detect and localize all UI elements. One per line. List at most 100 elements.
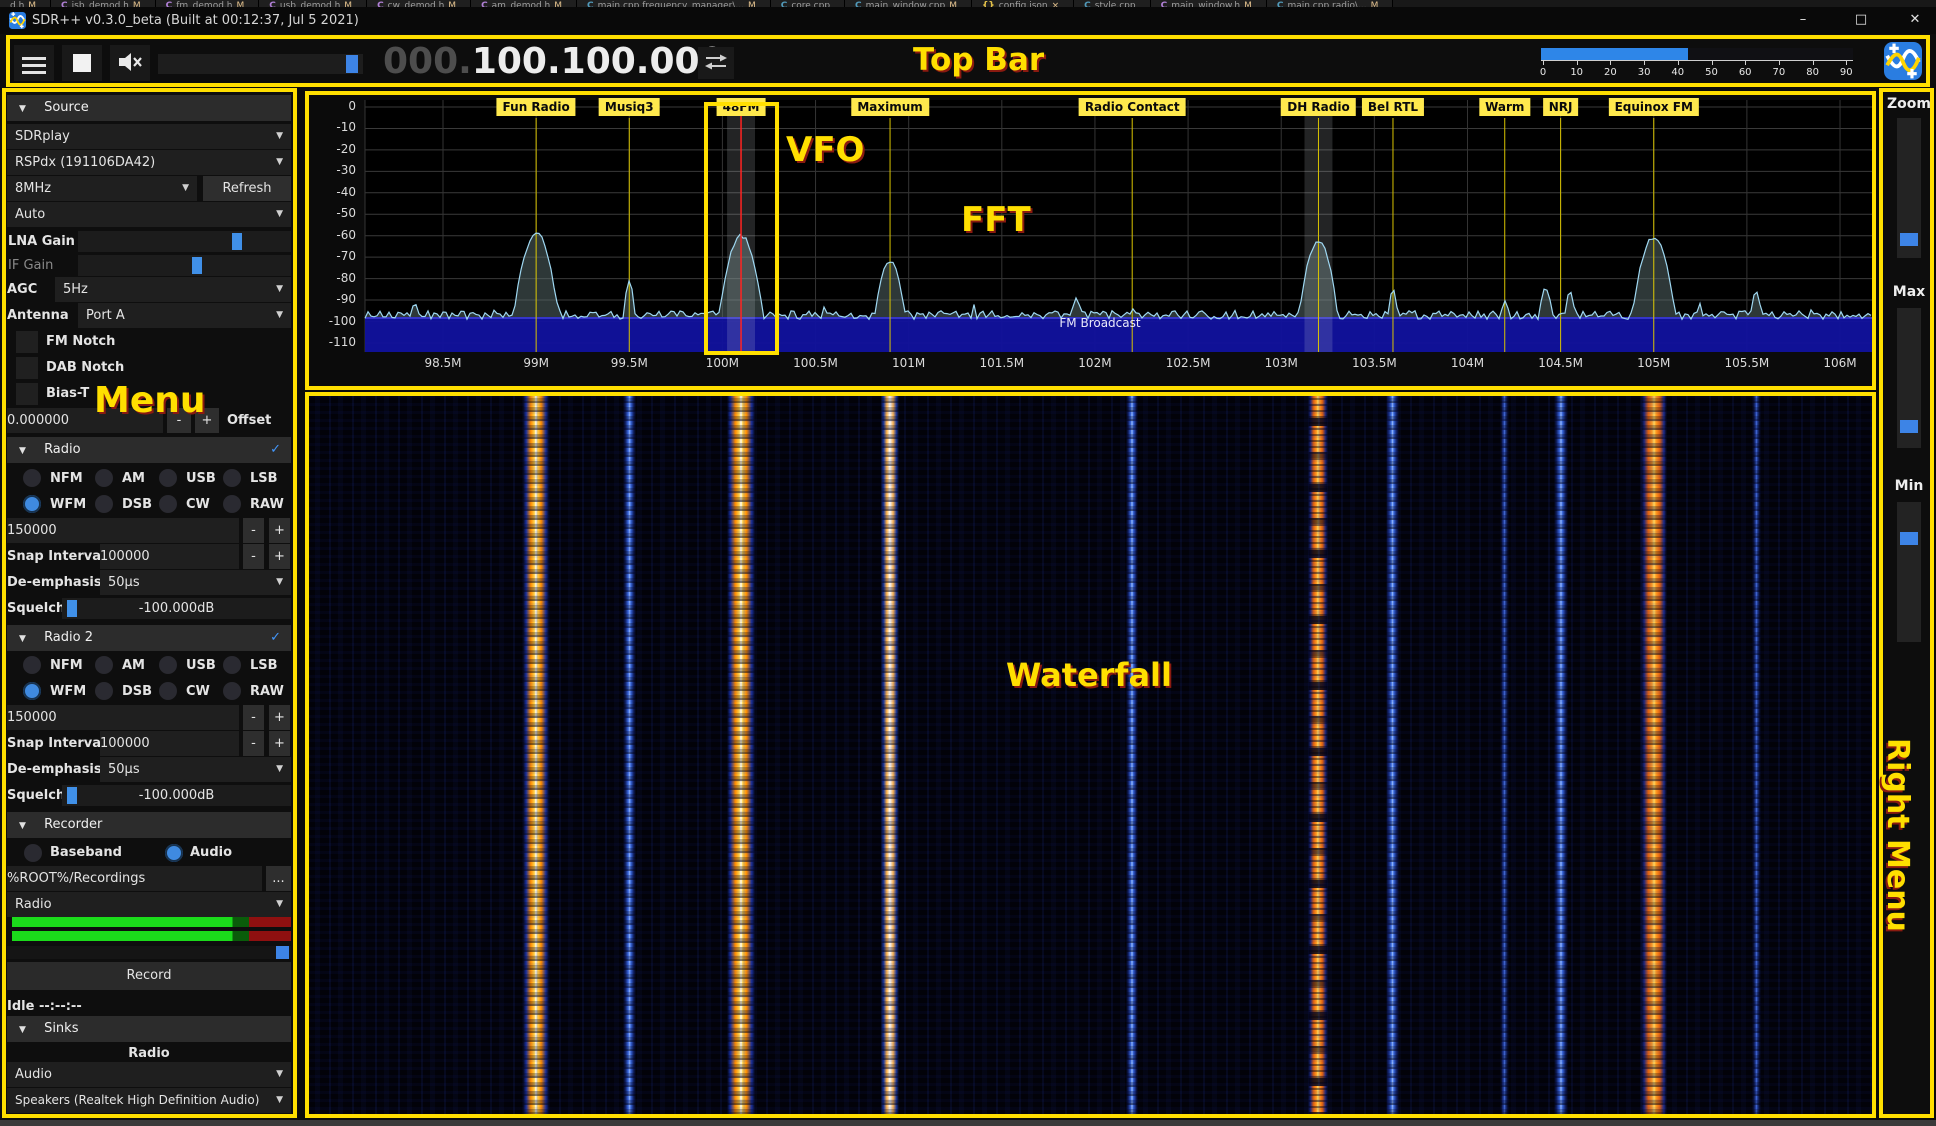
checkbox-bias-t[interactable] — [16, 383, 38, 405]
radio-button-circle[interactable] — [159, 469, 177, 487]
radio2-squelch-handle[interactable] — [67, 787, 77, 804]
swap-vfo-button[interactable] — [698, 47, 734, 79]
radio2-mode-usb[interactable]: USB — [159, 652, 216, 678]
radio-button-circle[interactable] — [23, 469, 41, 487]
source-driver-select[interactable]: SDRplay ▼ — [7, 124, 291, 149]
radio2-mode-am[interactable]: AM — [95, 652, 145, 678]
checkbox-dab-notch[interactable] — [16, 357, 38, 379]
radio1-mode-cw[interactable]: CW — [159, 491, 210, 517]
recording-path-input[interactable]: %ROOT%/Recordings — [7, 866, 262, 891]
radio1-squelch-handle[interactable] — [67, 600, 77, 617]
collapse-arrow-icon[interactable]: ▼ — [19, 821, 26, 831]
radio-button-circle[interactable] — [223, 495, 241, 513]
radio-button-circle[interactable] — [95, 682, 113, 700]
frequency-display[interactable]: 000.100.100.000 — [383, 39, 725, 85]
offset-increment-button[interactable]: + — [195, 408, 219, 433]
radio1-mode-am[interactable]: AM — [95, 465, 145, 491]
radio1-bandwidth-input[interactable]: 150000 — [7, 518, 239, 543]
radio2-bw-increment-button[interactable]: + — [269, 705, 290, 730]
radio2-snap-input[interactable]: 100000 — [100, 731, 239, 756]
radio1-mode-raw[interactable]: RAW — [223, 491, 284, 517]
if-gain-slider[interactable] — [78, 255, 291, 276]
frequency-dim-digits[interactable]: 000. — [383, 41, 472, 82]
radio1-mode-nfm[interactable]: NFM — [23, 465, 83, 491]
radio2-deemp-select[interactable]: 50µs ▼ — [100, 757, 291, 782]
refresh-button[interactable]: Refresh — [203, 176, 291, 201]
zoom-slider[interactable] — [1897, 118, 1921, 258]
lna-gain-slider[interactable] — [78, 231, 291, 252]
sinks-section-header[interactable]: ▼ Sinks — [7, 1016, 291, 1042]
volume-slider[interactable] — [158, 54, 363, 74]
min-slider-handle[interactable] — [1900, 532, 1918, 545]
waterfall-display[interactable] — [306, 392, 1874, 1118]
offset-input[interactable]: 0.000000 — [7, 408, 163, 433]
agc-select[interactable]: 5Hz ▼ — [55, 277, 291, 302]
max-slider-handle[interactable] — [1900, 420, 1918, 433]
stop-button[interactable] — [62, 45, 102, 81]
gain-mode-select[interactable]: Auto ▼ — [7, 202, 291, 227]
radio-button-circle[interactable] — [23, 682, 41, 700]
if-gain-slider-handle[interactable] — [192, 257, 202, 274]
radio1-bw-increment-button[interactable]: + — [269, 518, 290, 543]
radio-button-circle[interactable] — [23, 495, 41, 513]
radio2-mode-cw[interactable]: CW — [159, 678, 210, 704]
recorder-volume-slider[interactable] — [7, 946, 291, 959]
recorder-volume-handle[interactable] — [276, 946, 289, 959]
radio1-mode-usb[interactable]: USB — [159, 465, 216, 491]
radio-button-circle[interactable] — [95, 656, 113, 674]
collapse-arrow-icon[interactable]: ▼ — [19, 446, 26, 456]
radio2-mode-dsb[interactable]: DSB — [95, 678, 152, 704]
radio2-enabled-check-icon[interactable]: ✓ — [270, 625, 281, 651]
radio1-snap-decrement-button[interactable]: - — [243, 544, 264, 569]
radio-button-circle[interactable] — [159, 656, 177, 674]
radio2-squelch-slider[interactable]: -100.000dB — [62, 785, 291, 806]
radio1-bw-decrement-button[interactable]: - — [243, 518, 264, 543]
record-button[interactable]: Record — [7, 962, 291, 990]
radio1-section-header[interactable]: ▼ Radio ✓ — [7, 437, 291, 463]
sink-device-select[interactable]: Speakers (Realtek High Definition Audio)… — [7, 1088, 291, 1113]
max-slider[interactable] — [1897, 308, 1921, 448]
collapse-arrow-icon[interactable]: ▼ — [19, 1025, 26, 1035]
bandwidth-select[interactable]: 8MHz ▼ — [7, 176, 197, 201]
radio2-mode-nfm[interactable]: NFM — [23, 652, 83, 678]
radio1-enabled-check-icon[interactable]: ✓ — [270, 437, 281, 463]
zoom-slider-handle[interactable] — [1900, 233, 1918, 246]
collapse-arrow-icon[interactable]: ▼ — [19, 634, 26, 644]
menu-toggle-button[interactable] — [14, 45, 54, 81]
browse-path-button[interactable]: ... — [266, 866, 291, 891]
radio2-bandwidth-input[interactable]: 150000 — [7, 705, 239, 730]
radio2-mode-lsb[interactable]: LSB — [223, 652, 278, 678]
source-section-header[interactable]: ▼ Source — [7, 95, 291, 121]
frequency-main-digits[interactable]: 100.100.000 — [472, 41, 725, 82]
radio1-deemp-select[interactable]: 50µs ▼ — [100, 570, 291, 595]
recorder-section-header[interactable]: ▼ Recorder — [7, 812, 291, 838]
radio-button-circle[interactable] — [223, 469, 241, 487]
radio-button-circle[interactable] — [223, 682, 241, 700]
radio2-snap-increment-button[interactable]: + — [269, 731, 290, 756]
volume-slider-handle[interactable] — [346, 55, 358, 73]
radio-button-circle[interactable] — [23, 656, 41, 674]
recorder-stream-select[interactable]: Radio ▼ — [7, 892, 291, 917]
lna-gain-slider-handle[interactable] — [232, 233, 242, 250]
radio2-mode-wfm[interactable]: WFM — [23, 678, 86, 704]
radio-button-circle[interactable] — [223, 656, 241, 674]
radio1-mode-lsb[interactable]: LSB — [223, 465, 278, 491]
radio-button-circle[interactable] — [159, 495, 177, 513]
source-device-select[interactable]: RSPdx (191106DA42) ▼ — [7, 150, 291, 175]
radio2-section-header[interactable]: ▼ Radio 2 ✓ — [7, 625, 291, 651]
sink-type-select[interactable]: Audio ▼ — [7, 1062, 291, 1087]
radio2-mode-raw[interactable]: RAW — [223, 678, 284, 704]
radio2-snap-decrement-button[interactable]: - — [243, 731, 264, 756]
radio2-bw-decrement-button[interactable]: - — [243, 705, 264, 730]
radio1-snap-increment-button[interactable]: + — [269, 544, 290, 569]
radio-button-circle[interactable] — [95, 469, 113, 487]
radio1-mode-dsb[interactable]: DSB — [95, 491, 152, 517]
baseband-radio-button[interactable] — [24, 844, 42, 862]
checkbox-fm-notch[interactable] — [16, 331, 38, 353]
radio1-mode-wfm[interactable]: WFM — [23, 491, 86, 517]
collapse-arrow-icon[interactable]: ▼ — [19, 104, 26, 114]
audio-radio-button[interactable] — [165, 844, 183, 862]
antenna-select[interactable]: Port A ▼ — [78, 303, 291, 328]
radio1-squelch-slider[interactable]: -100.000dB — [62, 598, 291, 619]
radio1-snap-input[interactable]: 100000 — [100, 544, 239, 569]
